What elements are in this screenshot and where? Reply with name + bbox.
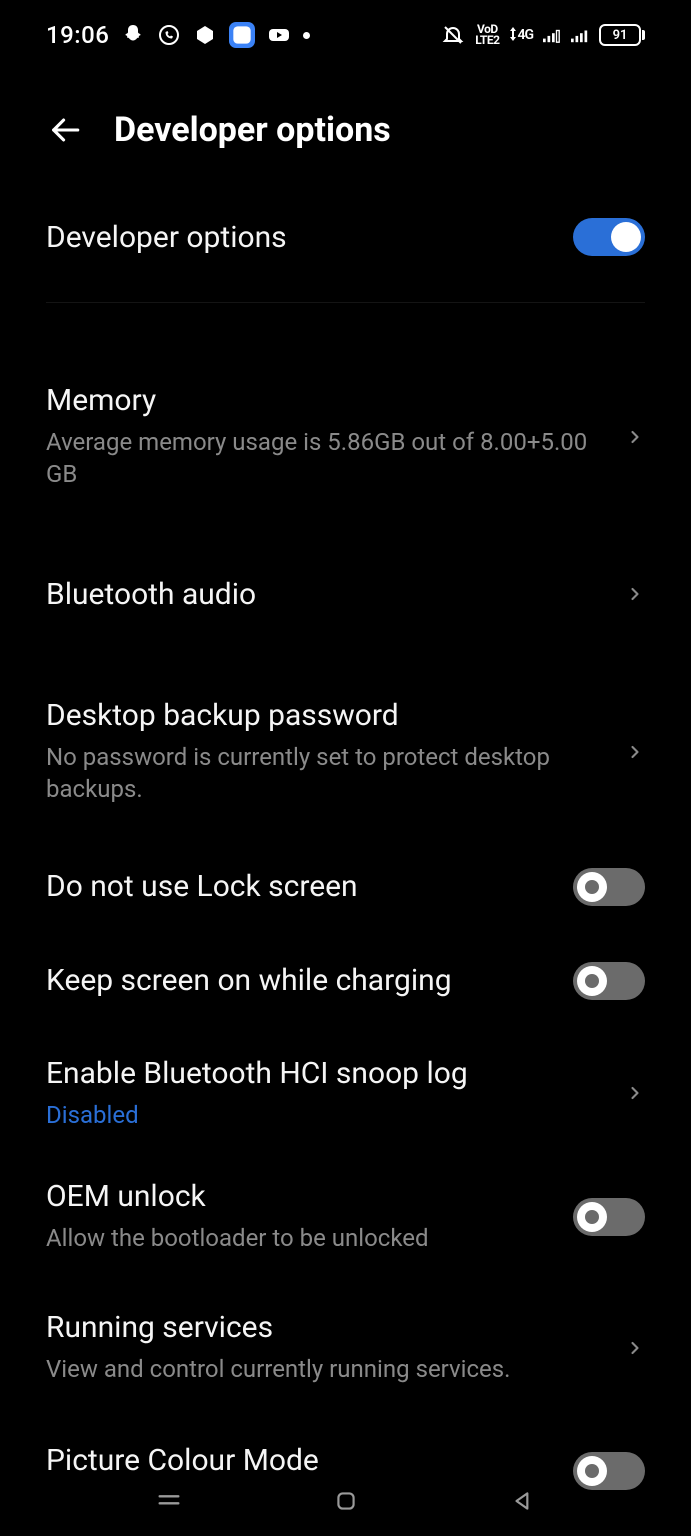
signal-sim2-icon (571, 23, 589, 47)
row-running-services[interactable]: Running services View and control curren… (46, 1282, 645, 1413)
chevron-right-icon (625, 742, 645, 762)
status-time: 19:06 (46, 21, 109, 49)
row-memory[interactable]: Memory Average memory usage is 5.86GB ou… (46, 355, 645, 519)
status-bar-left: 19:06 (46, 21, 310, 49)
snapchat-icon (121, 23, 145, 47)
keepscreen-toggle[interactable] (573, 962, 645, 1000)
row-bluetooth-audio[interactable]: Bluetooth audio (46, 549, 645, 640)
battery-indicator: 91 (599, 24, 645, 46)
status-bar-right: VoD LTE2 4G 91 (441, 23, 645, 47)
memory-sub: Average memory usage is 5.86GB out of 8.… (46, 426, 607, 491)
nav-home-button[interactable] (328, 1483, 364, 1519)
hcisnoop-sub: Disabled (46, 1099, 607, 1131)
row-desktop-backup-password[interactable]: Desktop backup password No password is c… (46, 670, 645, 834)
notification-dot-icon (303, 32, 310, 39)
row-hci-snoop-log[interactable]: Enable Bluetooth HCI snoop log Disabled (46, 1028, 645, 1151)
row-oem-unlock[interactable]: OEM unlock Allow the bootloader to be un… (46, 1151, 645, 1282)
row-developer-options[interactable]: Developer options (46, 190, 645, 284)
divider (46, 302, 645, 303)
whatsapp-icon (157, 23, 181, 47)
developer-options-label: Developer options (46, 220, 555, 255)
chevron-right-icon (625, 1338, 645, 1358)
oem-sub: Allow the bootloader to be unlocked (46, 1222, 555, 1254)
back-button[interactable] (46, 111, 84, 149)
keepscreen-label: Keep screen on while charging (46, 963, 555, 998)
bluetooth-audio-label: Bluetooth audio (46, 577, 607, 612)
desktop-backup-sub: No password is currently set to protect … (46, 741, 607, 806)
dnd-off-icon (441, 23, 465, 47)
nolock-toggle[interactable] (573, 868, 645, 906)
navigation-bar (0, 1466, 691, 1536)
memory-label: Memory (46, 383, 607, 418)
youtube-icon (267, 23, 291, 47)
chevron-right-icon (625, 584, 645, 604)
network-4g-icon: 4G (509, 27, 533, 43)
row-do-not-use-lock-screen[interactable]: Do not use Lock screen (46, 840, 645, 934)
header: Developer options (0, 70, 691, 190)
nav-back-button[interactable] (505, 1483, 541, 1519)
chevron-right-icon (625, 1083, 645, 1103)
row-keep-screen-on[interactable]: Keep screen on while charging (46, 934, 645, 1028)
page-title: Developer options (114, 110, 391, 150)
oem-label: OEM unlock (46, 1179, 555, 1214)
signal-sim1-icon (543, 23, 561, 47)
nolock-label: Do not use Lock screen (46, 869, 555, 904)
app-icon (229, 22, 255, 48)
volte-indicator: VoD LTE2 (475, 24, 499, 46)
running-sub: View and control currently running servi… (46, 1353, 607, 1385)
chevron-right-icon (625, 427, 645, 447)
running-label: Running services (46, 1310, 607, 1345)
polygon-icon (193, 23, 217, 47)
oem-toggle[interactable] (573, 1198, 645, 1236)
status-bar: 19:06 VoD LTE2 4G (0, 0, 691, 70)
desktop-backup-label: Desktop backup password (46, 698, 607, 733)
content: Developer options Memory Average memory … (0, 190, 691, 1480)
developer-options-toggle[interactable] (573, 218, 645, 256)
hcisnoop-label: Enable Bluetooth HCI snoop log (46, 1056, 607, 1091)
nav-recents-button[interactable] (151, 1483, 187, 1519)
